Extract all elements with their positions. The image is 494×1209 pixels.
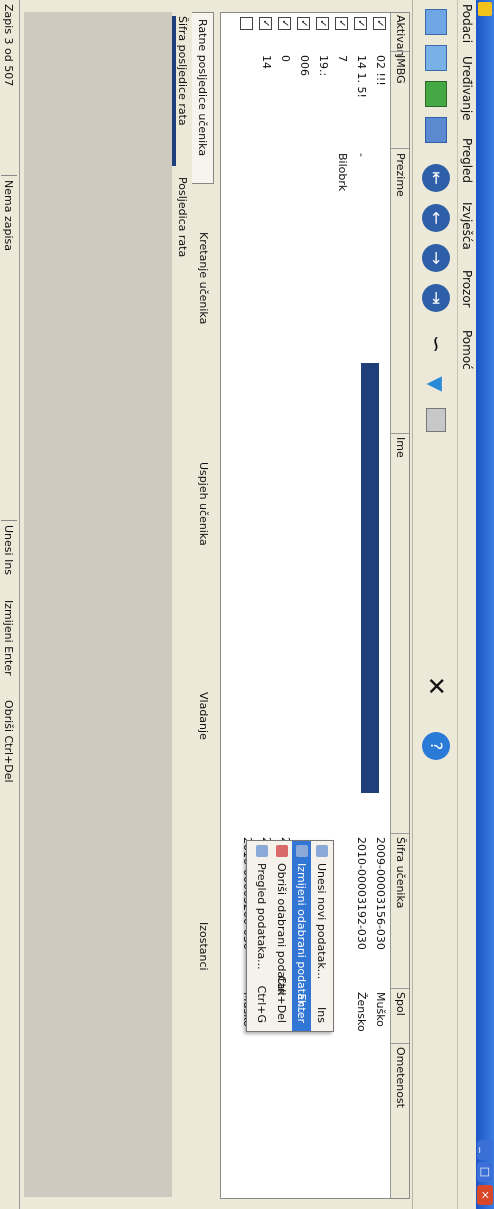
context-menu: Unesi novi podatak... Ins Izmijeni odabra… [246, 840, 334, 1032]
title-bar: _ □ × [476, 0, 494, 1209]
menu-bar: Podaci Uređivanje Pregled Izvješća Prozo… [457, 0, 476, 1209]
grid-header: Aktivan JMBG Prezime Ime Šifra učenika S… [390, 13, 409, 1198]
cell-sex: Žensko [355, 992, 368, 1032]
ctx-edit[interactable]: Izmijeni odabrani podatak... Enter [292, 841, 311, 1031]
detail-tabs: Ratne posljedice učenika Kretanje učenik… [191, 12, 214, 1197]
app-logo-icon [478, 2, 492, 16]
col-war-consequence[interactable]: Posljedica rata [176, 177, 189, 257]
status-delete[interactable]: Obriši Ctrl+Del [2, 700, 15, 783]
cell-active[interactable]: ✓ [316, 17, 329, 30]
tab-uspjeh[interactable]: Uspjeh učenika [192, 412, 214, 642]
refresh-button[interactable] [420, 42, 452, 74]
minimize-button[interactable]: _ [477, 1140, 493, 1160]
cell-active[interactable] [240, 17, 253, 30]
window-icon [425, 9, 447, 35]
col-surname[interactable]: Prezime [394, 153, 407, 197]
next-arrow-icon: → [422, 244, 450, 272]
cell-surname: Bilobrk [336, 153, 349, 192]
cell-active[interactable]: ✓ [259, 17, 272, 30]
status-none: Nema zapisa [2, 180, 15, 251]
next-record-button[interactable]: → [420, 242, 452, 274]
prev-record-button[interactable]: ← [420, 202, 452, 234]
cell-active[interactable]: ✓ [373, 17, 386, 30]
ctx-delete[interactable]: Obriši odabrani podatak Ctrl+Del [272, 841, 291, 1031]
war-consequences-list[interactable] [24, 12, 172, 1197]
delete-icon [276, 845, 288, 857]
screenshot-stage: _ □ × Podaci Uređivanje Pregled Izvješća… [0, 0, 494, 1209]
help-icon: ? [422, 732, 450, 760]
ctx-insert[interactable]: Unesi novi podatak... Ins [312, 841, 331, 1031]
cell-surname: - [355, 153, 368, 157]
save-button[interactable] [420, 114, 452, 146]
status-edit[interactable]: Izmijeni Enter [2, 600, 15, 676]
selected-cell-highlight [172, 16, 176, 166]
menu-prozor[interactable]: Prozor [460, 270, 474, 308]
cell-code: 2010-00003192-030 [355, 837, 368, 950]
view-icon [256, 845, 268, 857]
printer-icon [426, 408, 446, 432]
save-icon [425, 117, 447, 143]
col-jmbg[interactable]: JMBG [394, 55, 407, 84]
toolbar: ⇤ ← → ⇥ ∽ ▼ ✕ ? [412, 0, 457, 1209]
menu-izvjesca[interactable]: Izvješća [460, 202, 474, 250]
col-war-code[interactable]: Šifra posljedice rata [176, 16, 189, 126]
cell-jmbg: 14 1. 5! [355, 55, 368, 98]
cut-button[interactable]: ✕ [420, 670, 452, 702]
new-record-button[interactable] [420, 6, 452, 38]
cell-jmbg: 006 [298, 55, 311, 76]
scissors-icon: ✕ [422, 675, 450, 697]
table-row[interactable]: ✓ 7 Bilobrk [333, 13, 351, 1198]
selected-row-highlight [361, 363, 379, 793]
tab-izostanci[interactable]: Izostanci [192, 872, 214, 1102]
last-record-button[interactable]: ⇥ [420, 282, 452, 314]
prev-arrow-icon: ← [422, 204, 450, 232]
cell-active[interactable]: ✓ [297, 17, 310, 30]
export-button[interactable] [420, 78, 452, 110]
help-button[interactable]: ? [420, 730, 452, 762]
ctx-view[interactable]: Pregled podataka... Ctrl+G [252, 841, 271, 1031]
status-bar: Zapis 3 od 507 Nema zapisa Unesi Ins Izm… [0, 0, 20, 1209]
tab-kretanje[interactable]: Kretanje učenika [192, 182, 214, 412]
menu-pregled[interactable]: Pregled [460, 138, 474, 183]
status-record: Zapis 3 od 507 [2, 4, 15, 87]
col-name[interactable]: Ime [394, 437, 407, 458]
menu-pomoc[interactable]: Pomoć [460, 330, 474, 370]
cell-jmbg: 14 [260, 55, 273, 69]
cell-code: 2009-00003156-030 [374, 837, 387, 950]
cell-sex: Muško [374, 992, 387, 1027]
cell-active[interactable]: ✓ [335, 17, 348, 30]
col-code[interactable]: Šifra učenika [394, 837, 407, 908]
cell-jmbg: 02 !!! [374, 55, 387, 86]
last-arrow-icon: ⇥ [422, 284, 450, 312]
close-button[interactable]: × [477, 1185, 493, 1205]
filter-icon: ▼ [424, 376, 448, 392]
cell-active[interactable]: ✓ [354, 17, 367, 30]
cell-jmbg: 0 [279, 55, 292, 62]
link-icon: ∽ [423, 334, 449, 354]
col-sex[interactable]: Spol [394, 992, 407, 1016]
print-button[interactable] [420, 404, 452, 436]
tab-vladanje[interactable]: Vladanje [192, 642, 214, 872]
excel-icon [425, 81, 447, 107]
cell-jmbg: 7 [336, 55, 349, 62]
cell-jmbg: 19.: [317, 55, 330, 77]
menu-podaci[interactable]: Podaci [460, 4, 474, 43]
col-disability[interactable]: Ometenost [394, 1047, 407, 1108]
filter-button[interactable]: ▼ [420, 368, 452, 400]
maximize-button[interactable]: □ [477, 1162, 493, 1182]
war-consequences-header: Šifra posljedice rata Posljedica rata [172, 12, 192, 1197]
status-insert[interactable]: Unesi Ins [2, 525, 15, 575]
edit-icon [296, 845, 308, 857]
insert-icon [316, 845, 328, 857]
menu-uredivanje[interactable]: Uređivanje [460, 56, 474, 121]
app-window: _ □ × Podaci Uređivanje Pregled Izvješća… [0, 0, 494, 1209]
link-button[interactable]: ∽ [420, 328, 452, 360]
refresh-icon [425, 45, 447, 71]
first-record-button[interactable]: ⇤ [420, 162, 452, 194]
cell-active[interactable]: ✓ [278, 17, 291, 30]
first-arrow-icon: ⇤ [422, 164, 450, 192]
tab-ratne-posljedice[interactable]: Ratne posljedice učenika [191, 12, 214, 184]
